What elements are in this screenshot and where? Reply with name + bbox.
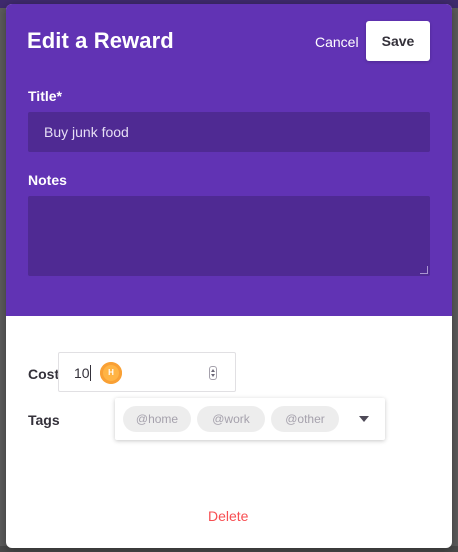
- coin-icon: H: [100, 362, 122, 384]
- edit-reward-modal: Edit a Reward Cancel Save Title* Buy jun…: [6, 4, 452, 548]
- tags-select[interactable]: @home @work @other: [115, 398, 385, 440]
- title-label: Title*: [28, 88, 62, 104]
- save-button[interactable]: Save: [366, 21, 430, 61]
- cost-label: Cost: [28, 366, 60, 382]
- text-caret: [90, 365, 91, 381]
- modal-title: Edit a Reward: [27, 28, 174, 53]
- cost-value: 10: [74, 365, 90, 381]
- tag-chip-other[interactable]: @other: [271, 406, 339, 432]
- notes-label: Notes: [28, 172, 67, 188]
- cancel-button[interactable]: Cancel: [315, 34, 359, 50]
- resize-handle-icon[interactable]: [420, 266, 428, 274]
- title-input[interactable]: Buy junk food: [28, 112, 430, 152]
- modal-header: Edit a Reward Cancel Save Title* Buy jun…: [6, 4, 452, 316]
- delete-button[interactable]: Delete: [208, 508, 248, 524]
- notes-textarea[interactable]: [28, 196, 430, 276]
- tag-chip-home[interactable]: @home: [123, 406, 191, 432]
- tags-label: Tags: [28, 412, 60, 428]
- spinner-icon[interactable]: [209, 366, 217, 380]
- dropdown-caret-icon[interactable]: [359, 416, 369, 422]
- tag-chip-work[interactable]: @work: [197, 406, 265, 432]
- cost-input[interactable]: 10 H: [58, 352, 236, 392]
